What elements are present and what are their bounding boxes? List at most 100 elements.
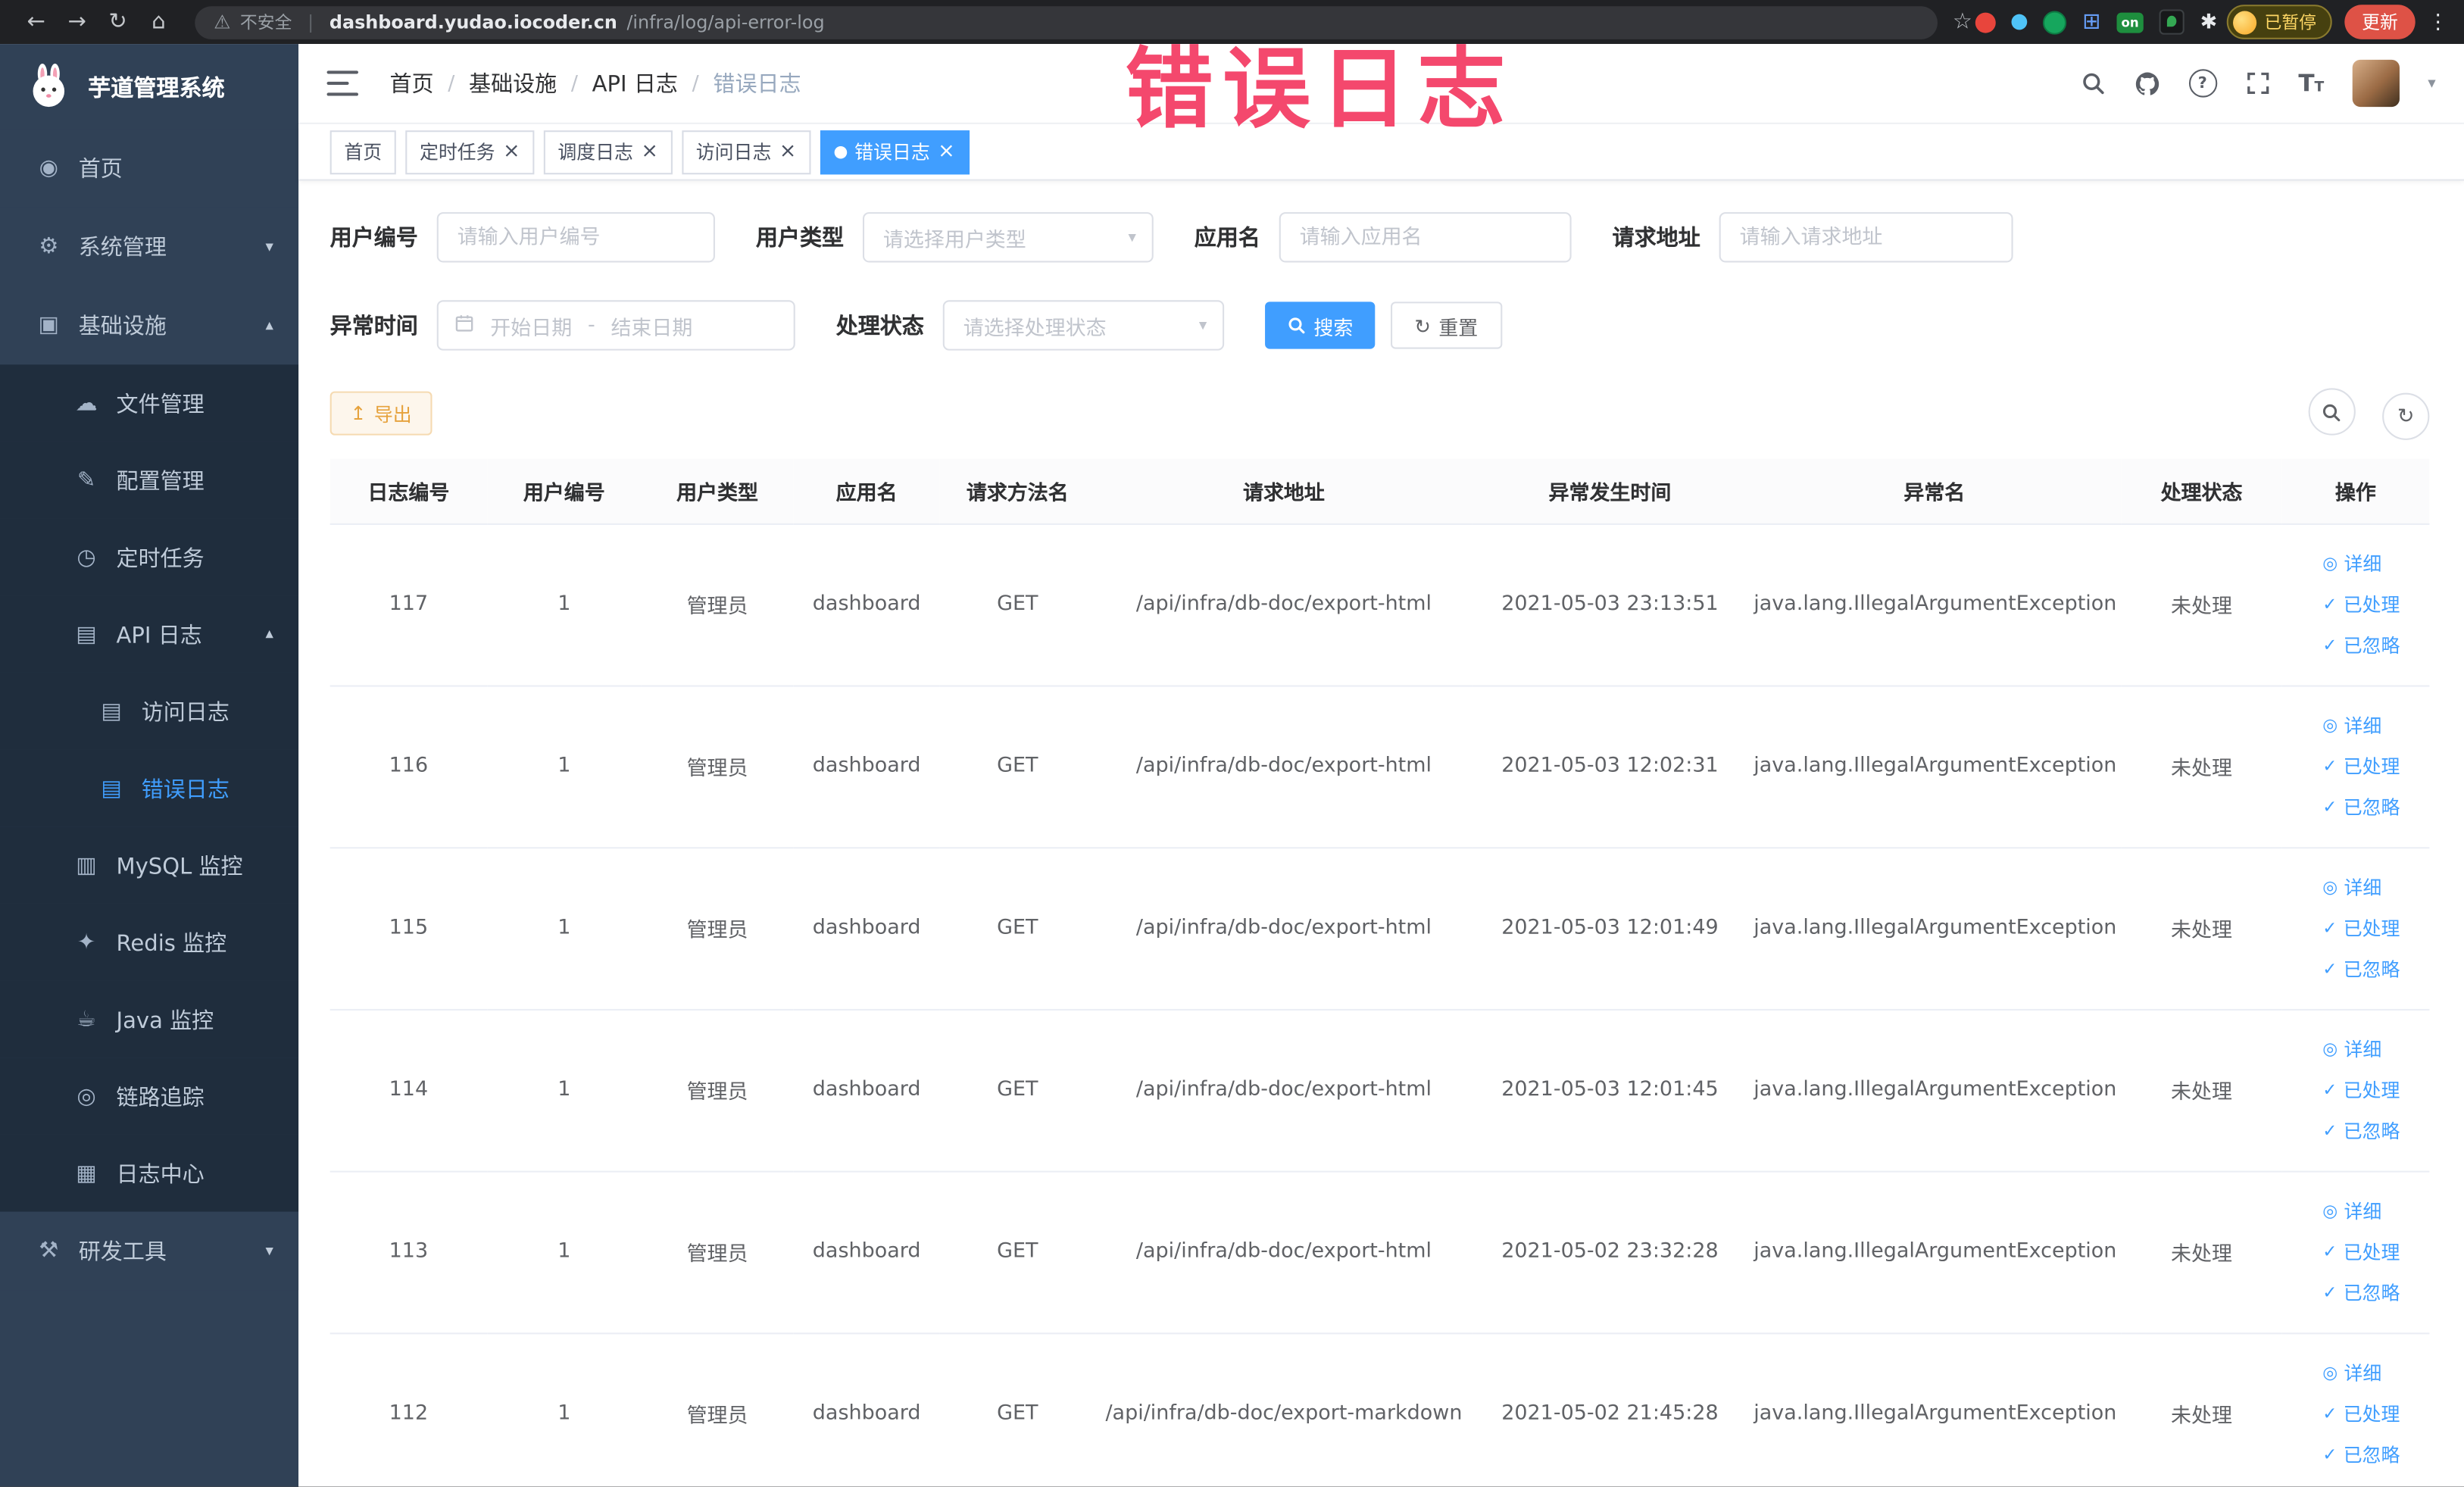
close-icon[interactable]: ×: [938, 142, 955, 162]
user-avatar[interactable]: [2352, 59, 2400, 108]
action-link[interactable]: ✓ 已处理: [2322, 745, 2423, 786]
browser-update-button[interactable]: 更新: [2344, 5, 2416, 39]
app-header: 首页 / 基础设施 / API 日志 / 错误日志 ? TT ▾: [298, 44, 2464, 124]
check-icon: ✓: [2322, 1402, 2338, 1423]
sidebar-item[interactable]: ☕ Java 监控: [0, 980, 299, 1058]
ext-on-badge[interactable]: on: [2116, 11, 2144, 33]
user-type-select[interactable]: 请选择用户类型 ▾: [862, 212, 1154, 263]
action-link[interactable]: ✓ 已处理: [2322, 908, 2423, 948]
sidebar-item[interactable]: ✦ Redis 监控: [0, 903, 299, 981]
action-link[interactable]: ✓ 已处理: [2322, 1070, 2423, 1111]
ext-grid-icon[interactable]: ⊞: [2082, 11, 2100, 33]
breadcrumb-item[interactable]: 首页: [390, 67, 434, 98]
ext-blue-drop-icon[interactable]: [2011, 14, 2028, 30]
user-id-input[interactable]: [436, 212, 715, 263]
action-link[interactable]: ✓ 已忽略: [2322, 625, 2423, 666]
sidebar-item-label: 研发工具: [78, 1239, 167, 1266]
chevron-down-icon[interactable]: ▾: [2428, 75, 2435, 92]
sidebar-item[interactable]: ☁ 文件管理: [0, 364, 299, 442]
sidebar-item[interactable]: ▣ 基础设施 ▴: [0, 286, 299, 365]
action-link[interactable]: ✓ 已处理: [2322, 1231, 2423, 1272]
breadcrumb-item[interactable]: 基础设施: [469, 67, 557, 98]
action-link[interactable]: ◎ 详细: [2322, 1191, 2423, 1232]
action-label: 已处理: [2343, 593, 2400, 616]
reset-button[interactable]: ↻ 重置: [1391, 301, 1502, 349]
fullscreen-icon[interactable]: [2245, 70, 2270, 95]
ext-dark-leaf-icon[interactable]: [2159, 9, 2184, 35]
tab[interactable]: 访问日志 ×: [682, 130, 811, 174]
action-link[interactable]: ✓ 已忽略: [2322, 1272, 2423, 1313]
sidebar-item[interactable]: ⚒ 研发工具 ▾: [0, 1211, 299, 1291]
tab[interactable]: 调度日志 ×: [543, 130, 673, 174]
ext-green-circle-icon[interactable]: [2043, 10, 2067, 34]
ext-pinwheel-icon[interactable]: ✱: [2200, 10, 2218, 33]
action-link[interactable]: ✓ 已忽略: [2322, 786, 2423, 827]
action-link[interactable]: ◎ 详细: [2322, 543, 2423, 584]
sidebar-item[interactable]: ▥ MySQL 监控: [0, 826, 299, 904]
font-size-icon[interactable]: TT: [2298, 69, 2324, 97]
active-dot-icon: [834, 145, 847, 158]
action-link[interactable]: ◎ 详细: [2322, 704, 2423, 745]
cell-exception: java.lang.IllegalArgumentException: [1747, 685, 2122, 848]
close-icon[interactable]: ×: [503, 142, 520, 162]
breadcrumb-item[interactable]: API 日志: [592, 67, 678, 98]
process-status-select[interactable]: 请选择处理状态 ▾: [942, 300, 1225, 351]
cell-time: 2021-05-03 12:01:45: [1472, 1008, 1747, 1172]
search-button[interactable]: 搜索: [1265, 301, 1376, 349]
collapse-sidebar-icon[interactable]: [326, 70, 359, 96]
action-link[interactable]: ◎ 详细: [2322, 1029, 2423, 1070]
help-icon[interactable]: ?: [2188, 69, 2217, 98]
screen-root: ← → ↻ ⌂ ⚠ 不安全 | dashboard.yudao.iocoder.…: [0, 0, 2464, 1487]
sidebar-item[interactable]: ⚙ 系统管理 ▾: [0, 207, 299, 286]
action-link[interactable]: ◎ 详细: [2322, 867, 2423, 908]
column-header: 请求方法名: [939, 458, 1096, 524]
cell-time: 2021-05-03 12:02:31: [1472, 685, 1747, 848]
sidebar-item[interactable]: ◎ 链路追踪: [0, 1057, 299, 1135]
back-icon[interactable]: ←: [16, 9, 57, 34]
github-icon[interactable]: [2133, 70, 2160, 96]
action-link[interactable]: ✓ 已忽略: [2322, 948, 2423, 989]
app-logo[interactable]: 芋道管理系统: [0, 44, 298, 129]
sidebar-item-label: 链路追踪: [116, 1085, 205, 1111]
sidebar-item-label: Redis 监控: [116, 931, 227, 957]
tab[interactable]: 首页: [329, 130, 396, 174]
sidebar-item[interactable]: ▤ API 日志 ▴: [0, 595, 299, 673]
sidebar-item[interactable]: ▤ 访问日志: [0, 672, 299, 750]
action-link[interactable]: ✓ 已处理: [2322, 584, 2423, 625]
action-link[interactable]: ✓ 已处理: [2322, 1393, 2423, 1434]
address-bar[interactable]: ⚠ 不安全 | dashboard.yudao.iocoder.cn/infra…: [195, 5, 1938, 39]
refresh-button[interactable]: ↻: [2382, 392, 2430, 439]
browser-profile-chip[interactable]: 已暂停: [2226, 5, 2332, 39]
sidebar-item[interactable]: ✎ 配置管理: [0, 441, 299, 519]
close-icon[interactable]: ×: [641, 142, 658, 162]
cell-app: dashboard: [793, 1008, 940, 1172]
ext-red-circle-icon[interactable]: [1975, 11, 1997, 33]
browser-menu-icon[interactable]: ⋮: [2428, 10, 2448, 33]
search-icon[interactable]: [2080, 70, 2105, 95]
sidebar-item[interactable]: ◉ 首页: [0, 129, 299, 208]
tab[interactable]: 定时任务 ×: [405, 130, 535, 174]
request-url-input[interactable]: [1719, 212, 2013, 263]
cell-app: dashboard: [793, 523, 940, 686]
bookmark-star-icon[interactable]: ☆: [1953, 9, 1972, 34]
row-actions: ◎ 详细 ✓ 已处理 ✓ 已忽略: [2281, 523, 2430, 686]
exception-time-range-picker[interactable]: 开始日期 - 结束日期: [436, 300, 795, 351]
sidebar-item[interactable]: ◷ 定时任务: [0, 518, 299, 596]
eye-icon: ◎: [2322, 1361, 2338, 1382]
tab[interactable]: 错误日志 ×: [820, 130, 970, 174]
sidebar-item[interactable]: ▦ 日志中心: [0, 1134, 299, 1212]
action-link[interactable]: ✓ 已忽略: [2322, 1434, 2423, 1475]
toggle-search-button[interactable]: [2308, 388, 2356, 436]
sidebar-item[interactable]: ▤ 错误日志: [0, 749, 299, 827]
forward-icon[interactable]: →: [57, 9, 98, 34]
breadcrumb-item: 错误日志: [713, 72, 801, 98]
action-label: 已忽略: [2343, 1443, 2400, 1466]
action-link[interactable]: ◎ 详细: [2322, 1352, 2423, 1393]
app-name-input[interactable]: [1279, 212, 1572, 263]
home-icon[interactable]: ⌂: [139, 9, 180, 34]
reload-icon[interactable]: ↻: [98, 9, 139, 34]
export-button[interactable]: ↥ 导出: [329, 392, 433, 436]
close-icon[interactable]: ×: [779, 142, 797, 162]
table-row: 112 1 管理员 dashboard GET/api/infra/db-doc/exp…: [329, 1332, 2430, 1487]
action-link[interactable]: ✓ 已忽略: [2322, 1111, 2423, 1151]
